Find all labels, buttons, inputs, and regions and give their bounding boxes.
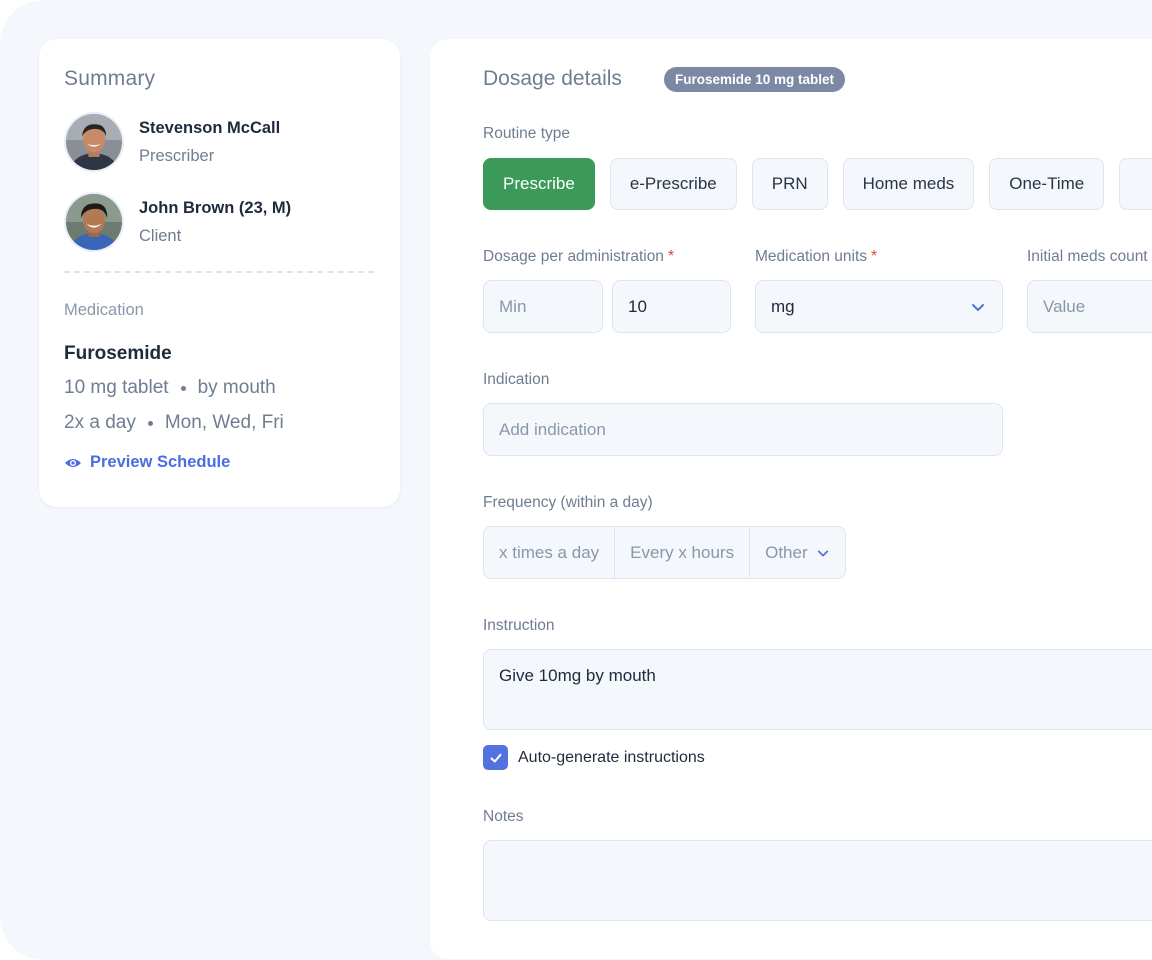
frequency-times-a-day[interactable]: x times a day xyxy=(484,527,616,578)
auto-generate-label: Auto-generate instructions xyxy=(518,748,705,766)
instruction-textarea[interactable]: Give 10mg by mouth xyxy=(483,649,1152,730)
medication-dose-line: 10 mg tablet by mouth xyxy=(64,377,276,399)
preview-schedule-label: Preview Schedule xyxy=(90,453,231,471)
client-avatar xyxy=(64,192,124,252)
auto-generate-row: Auto-generate instructions xyxy=(483,745,705,770)
indication-placeholder: Add indication xyxy=(499,419,606,439)
prescriber-avatar xyxy=(64,112,124,172)
prescriber-row: Stevenson McCall Prescriber xyxy=(64,112,280,172)
chevron-down-icon xyxy=(972,304,984,311)
notes-label: Notes xyxy=(483,808,524,825)
dosage-min-placeholder: Min xyxy=(499,296,527,316)
notes-textarea[interactable] xyxy=(483,840,1152,921)
separator-dot xyxy=(147,420,153,426)
initial-count-input[interactable]: Value xyxy=(1027,280,1152,333)
dosage-label-wrap: Dosage per administration * xyxy=(483,248,674,266)
client-row: John Brown (23, M) Client xyxy=(64,192,291,252)
frequency-segmented-control: x times a day Every x hours Other xyxy=(483,526,846,579)
units-label: Medication units xyxy=(755,248,868,265)
routine-more-button[interactable] xyxy=(1119,158,1152,210)
medication-units-select[interactable]: mg xyxy=(755,280,1003,333)
dosage-value: 10 xyxy=(628,296,647,316)
summary-title: Summary xyxy=(64,67,156,90)
indication-input[interactable]: Add indication xyxy=(483,403,1003,456)
required-mark: * xyxy=(667,248,674,265)
app-background: Summary Stevenson McCall Prescriber John… xyxy=(0,0,1152,960)
dosage-value-input[interactable]: 10 xyxy=(612,280,731,333)
units-value: mg xyxy=(771,296,795,316)
medication-frequency: 2x a day xyxy=(64,412,136,433)
dosage-label: Dosage per administration xyxy=(483,248,664,265)
routine-prescribe-button[interactable]: Prescribe xyxy=(483,158,595,210)
instruction-value: Give 10mg by mouth xyxy=(499,666,656,685)
routine-home-meds-button[interactable]: Home meds xyxy=(842,158,975,210)
medication-dose: 10 mg tablet xyxy=(64,377,169,398)
frequency-other-label: Other xyxy=(765,542,808,562)
chevron-down-icon xyxy=(817,549,828,556)
prescriber-name: Stevenson McCall xyxy=(139,118,281,137)
dosage-min-input[interactable]: Min xyxy=(483,280,603,333)
checkmark-icon xyxy=(490,753,501,762)
medication-name: Furosemide xyxy=(64,343,172,364)
dosage-details-card: Dosage details Furosemide 10 mg tablet R… xyxy=(430,39,1152,959)
medication-frequency-line: 2x a day Mon, Wed, Fri xyxy=(64,412,284,434)
client-name: John Brown (23, M) xyxy=(139,198,292,217)
indication-label: Indication xyxy=(483,371,550,388)
routine-type-buttons: Prescribe e-Prescribe PRN Home meds One-… xyxy=(483,158,1152,210)
dosage-details-title: Dosage details xyxy=(483,67,622,90)
preview-schedule-link[interactable]: Preview Schedule xyxy=(64,453,230,472)
units-label-wrap: Medication units * xyxy=(755,248,877,266)
medication-days: Mon, Wed, Fri xyxy=(164,412,284,433)
medication-route: by mouth xyxy=(197,377,276,398)
medication-badge: Furosemide 10 mg tablet xyxy=(664,67,846,92)
routine-prn-button[interactable]: PRN xyxy=(751,158,828,210)
instruction-label: Instruction xyxy=(483,617,555,634)
summary-card: Summary Stevenson McCall Prescriber John… xyxy=(39,39,400,507)
frequency-other-dropdown[interactable]: Other xyxy=(750,527,845,578)
initial-count-label: Initial meds count xyxy=(1027,248,1148,265)
summary-divider xyxy=(64,271,374,273)
separator-dot xyxy=(180,385,186,391)
client-role: Client xyxy=(139,226,182,245)
eye-icon xyxy=(65,458,81,467)
frequency-label: Frequency (within a day) xyxy=(483,494,653,511)
routine-type-label: Routine type xyxy=(483,125,571,142)
prescriber-role: Prescriber xyxy=(139,146,215,165)
required-mark: * xyxy=(871,248,878,265)
routine-eprescribe-button[interactable]: e-Prescribe xyxy=(609,158,737,210)
routine-one-time-button[interactable]: One-Time xyxy=(989,158,1105,210)
frequency-every-x-hours[interactable]: Every x hours xyxy=(615,527,751,578)
medication-label: Medication xyxy=(64,301,144,319)
auto-generate-checkbox[interactable] xyxy=(483,745,508,770)
initial-count-placeholder: Value xyxy=(1043,296,1086,316)
